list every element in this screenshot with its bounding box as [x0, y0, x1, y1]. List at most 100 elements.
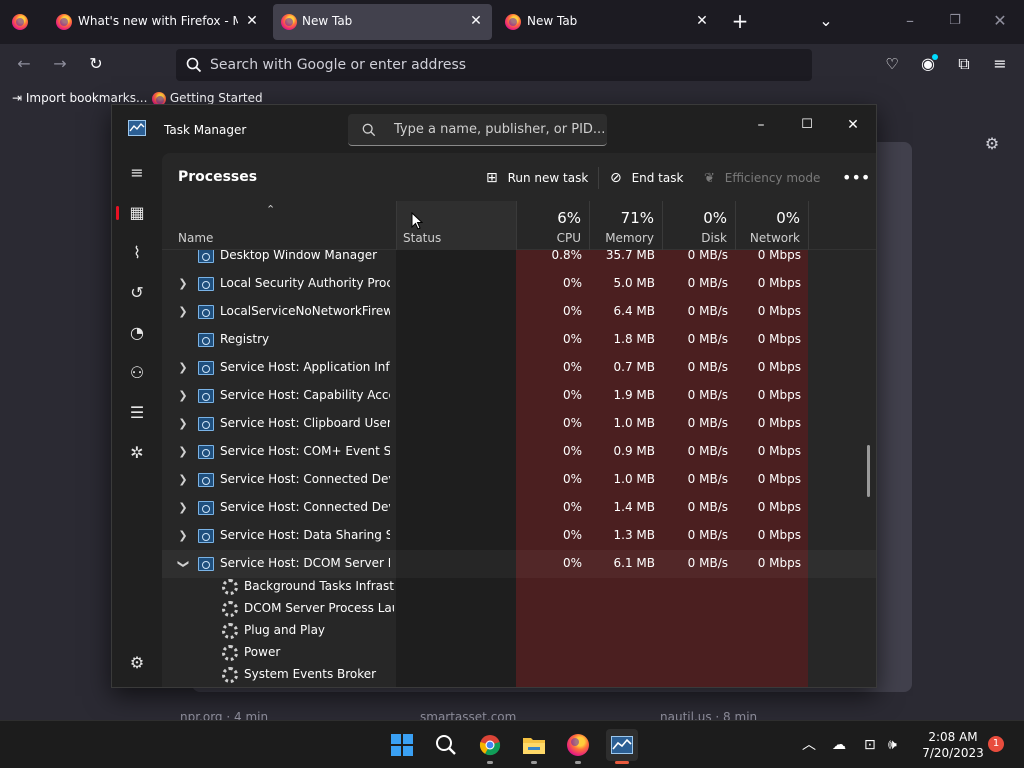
- list-item[interactable]: Plug and Play: [162, 620, 876, 642]
- name-column-header[interactable]: ⌃ Name: [162, 201, 396, 250]
- startup-apps-icon[interactable]: ◔: [120, 317, 154, 349]
- sort-ascending-icon: ⌃: [266, 203, 276, 216]
- cloud-offline-icon[interactable]: ☁: [832, 735, 846, 755]
- firefox-taskbar-app[interactable]: [562, 729, 594, 764]
- cpu-value: 0%: [562, 556, 582, 570]
- memory-value: 1.9 MB: [613, 388, 655, 402]
- chevron-right-icon[interactable]: ❯: [176, 304, 190, 320]
- forward-arrow-icon[interactable]: →: [50, 54, 70, 74]
- table-row[interactable]: ❯ Service Host: Connected Devi... 0% 1.4…: [162, 494, 876, 522]
- table-row[interactable]: ❯ LocalServiceNoNetworkFirewa... 0% 6.4 …: [162, 298, 876, 326]
- reload-icon[interactable]: ↻: [86, 54, 106, 74]
- network-value: 0 Mbps: [757, 444, 801, 458]
- show-hidden-icons-chevron-icon[interactable]: ︿: [802, 735, 816, 755]
- chevron-right-icon[interactable]: ❯: [176, 472, 190, 488]
- cpu-value: 0%: [562, 444, 582, 458]
- network-value: 0 Mbps: [757, 500, 801, 514]
- end-task-button[interactable]: ⊘ End task: [610, 166, 683, 190]
- task-manager-titlebar[interactable]: Task Manager Type a name, publisher, or …: [112, 105, 876, 153]
- chevron-right-icon[interactable]: ❯: [176, 500, 190, 516]
- memory-column-header[interactable]: 71% Memory: [589, 201, 662, 250]
- pocket-icon[interactable]: ♡: [882, 54, 902, 74]
- cpu-column-header[interactable]: 6% CPU: [516, 201, 589, 250]
- list-item[interactable]: System Events Broker: [162, 664, 876, 686]
- run-new-task-button[interactable]: ⊞ Run new task: [486, 166, 588, 190]
- volume-icon[interactable]: 🕪: [888, 735, 897, 755]
- close-icon[interactable]: ✕: [694, 13, 710, 29]
- details-list-icon[interactable]: ☰: [120, 397, 154, 429]
- close-window-icon[interactable]: ✕: [990, 11, 1010, 31]
- service-name: DCOM Server Process Lau...: [244, 601, 394, 615]
- close-icon[interactable]: ✕: [244, 13, 260, 29]
- tab-whats-new[interactable]: What's new with Firefox - More ✕: [46, 4, 268, 40]
- firefox-view-icon[interactable]: [12, 14, 28, 30]
- network-column-header[interactable]: 0% Network: [735, 201, 808, 250]
- minimize-icon[interactable]: –: [746, 113, 776, 137]
- chrome-taskbar-app[interactable]: [474, 729, 506, 764]
- file-explorer-taskbar-app[interactable]: [518, 729, 550, 764]
- table-row[interactable]: ❯ Service Host: Connected Devi... 0% 1.0…: [162, 466, 876, 494]
- start-button[interactable]: [386, 729, 418, 761]
- tab-new-tab-active[interactable]: New Tab ✕: [273, 4, 492, 40]
- table-row-expanded[interactable]: ❯ Service Host: DCOM Server Pr... 0% 6.1…: [162, 550, 876, 578]
- network-icon[interactable]: ⊡: [864, 735, 876, 755]
- task-manager-taskbar-app[interactable]: [606, 729, 638, 764]
- app-history-icon[interactable]: ↺: [120, 277, 154, 309]
- hamburger-menu-icon[interactable]: ≡: [120, 157, 154, 189]
- new-tab-plus-icon[interactable]: +: [730, 11, 750, 31]
- efficiency-mode-button[interactable]: ❦ Efficiency mode: [704, 166, 820, 190]
- notification-badge[interactable]: 1: [988, 736, 1004, 752]
- close-icon[interactable]: ✕: [838, 113, 868, 137]
- process-search-input[interactable]: Type a name, publisher, or PID...: [348, 114, 607, 146]
- service-icon: [198, 389, 214, 403]
- services-puzzle-icon[interactable]: ✲: [120, 437, 154, 469]
- chevron-right-icon[interactable]: ❯: [176, 388, 190, 404]
- table-row[interactable]: ❯ Service Host: COM+ Event Sys... 0% 0.9…: [162, 438, 876, 466]
- back-arrow-icon[interactable]: ←: [14, 54, 34, 74]
- table-row[interactable]: ❯ Service Host: Capability Acces... 0% 1…: [162, 382, 876, 410]
- table-row[interactable]: ❯ Local Security Authority Proce... 0% 5…: [162, 270, 876, 298]
- table-row[interactable]: ❯ Service Host: Application Infor... 0% …: [162, 354, 876, 382]
- chevron-right-icon[interactable]: ❯: [176, 360, 190, 376]
- more-options-icon[interactable]: •••: [842, 166, 870, 190]
- list-item[interactable]: Power: [162, 642, 876, 664]
- maximize-icon[interactable]: ☐: [792, 113, 822, 137]
- address-bar[interactable]: Search with Google or enter address: [176, 49, 812, 81]
- restore-icon[interactable]: ❐: [945, 11, 965, 31]
- chevron-down-icon[interactable]: ❯: [175, 557, 191, 571]
- search-placeholder: Type a name, publisher, or PID...: [394, 122, 606, 137]
- performance-icon[interactable]: ⌇: [120, 237, 154, 269]
- chevron-right-icon[interactable]: ❯: [176, 416, 190, 432]
- window-process-icon: [198, 250, 214, 263]
- table-row[interactable]: ❯ Service Host: Clipboard User S... 0% 1…: [162, 410, 876, 438]
- disk-value: 0 MB/s: [687, 276, 728, 290]
- chevron-right-icon[interactable]: ❯: [176, 276, 190, 292]
- list-item[interactable]: Background Tasks Infrastr...: [162, 576, 876, 598]
- disk-column-header[interactable]: 0% Disk: [662, 201, 735, 250]
- users-icon[interactable]: ⚇: [120, 357, 154, 389]
- chevron-right-icon[interactable]: ❯: [176, 444, 190, 460]
- processes-icon[interactable]: ▦: [116, 197, 154, 229]
- table-row[interactable]: ❯ Service Host: Data Sharing Ser... 0% 1…: [162, 522, 876, 550]
- processes-pane: Processes ⊞ Run new task ⊘ End task ❦ Ef…: [162, 153, 876, 687]
- cpu-value: 0%: [562, 332, 582, 346]
- column-headers: ⌃ Name Status 6% CPU 71% Memory 0% Disk …: [162, 201, 876, 250]
- list-item[interactable]: DCOM Server Process Lau...: [162, 598, 876, 620]
- settings-gear-icon[interactable]: ⚙: [120, 647, 154, 679]
- chevron-right-icon[interactable]: ❯: [176, 528, 190, 544]
- table-row[interactable]: Registry 0% 1.8 MB 0 MB/s 0 Mbps: [162, 326, 876, 354]
- tab-new-tab[interactable]: New Tab ✕: [497, 4, 719, 40]
- memory-value: 1.4 MB: [613, 500, 655, 514]
- import-bookmarks-item[interactable]: ⇥ Import bookmarks...: [12, 91, 147, 105]
- gear-icon[interactable]: ⚙: [982, 134, 1002, 154]
- extensions-puzzle-icon[interactable]: ⧉: [954, 54, 974, 74]
- search-button[interactable]: [430, 729, 462, 761]
- menu-hamburger-icon[interactable]: ≡: [990, 54, 1010, 74]
- close-icon[interactable]: ✕: [468, 13, 484, 29]
- table-row[interactable]: Desktop Window Manager 0.8% 35.7 MB 0 MB…: [162, 250, 876, 270]
- system-clock[interactable]: 2:08 AM 7/20/2023: [918, 729, 988, 761]
- minimize-icon[interactable]: –: [900, 11, 920, 31]
- list-all-tabs-chevron-icon[interactable]: ⌄: [816, 11, 836, 31]
- scrollbar-thumb[interactable]: [867, 445, 870, 497]
- leaf-icon: ❦: [704, 171, 715, 186]
